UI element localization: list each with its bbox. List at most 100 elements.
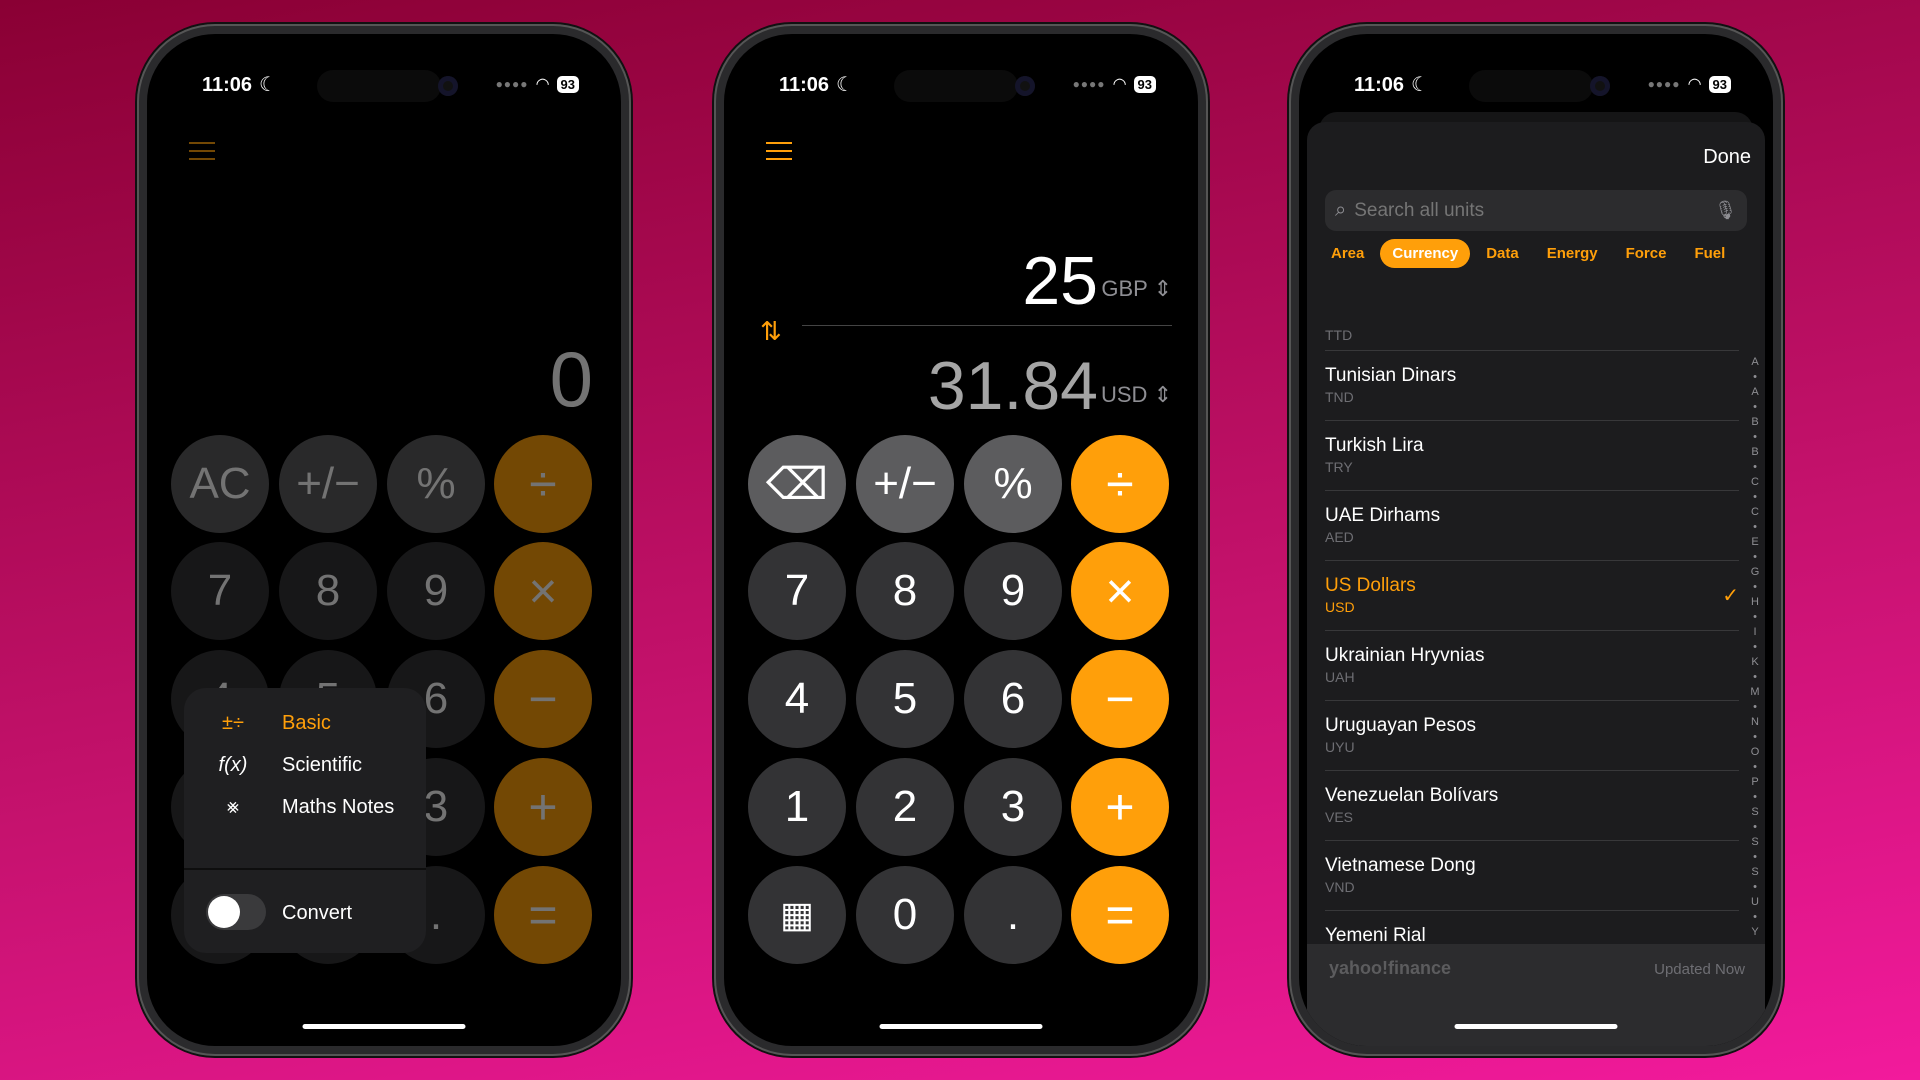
camera [1590,76,1610,96]
key-button[interactable]: 4 [748,650,846,748]
index-letter[interactable]: Y [1751,925,1758,940]
convert-toggle[interactable] [206,894,266,930]
index-letter[interactable]: S [1751,805,1758,820]
key-label: = [1105,887,1135,943]
key-button[interactable]: % [387,435,485,533]
key-button[interactable]: × [1071,542,1169,640]
index-dot: • [1753,731,1757,743]
currency-row[interactable]: Uruguayan Pesos UYU [1325,701,1739,771]
index-letter[interactable]: B [1751,445,1758,460]
index-letter[interactable]: C [1751,505,1759,520]
key-button[interactable]: AC [171,435,269,533]
key-button[interactable]: ⌫ [748,435,846,533]
key-button[interactable]: % [964,435,1062,533]
list-icon[interactable] [766,142,792,160]
currency-row[interactable]: Turkish Lira TRY [1325,421,1739,491]
key-button[interactable]: 9 [964,542,1062,640]
index-dot: • [1753,521,1757,533]
key-button[interactable]: 7 [748,542,846,640]
done-button[interactable]: Done [1703,146,1751,169]
currency-row[interactable]: Ukrainian Hryvnias UAH [1325,631,1739,701]
checkmark-icon: ✓ [1722,585,1739,607]
key-button[interactable]: + [494,758,592,856]
tab-data[interactable]: Data [1474,239,1531,268]
key-button[interactable]: = [1071,866,1169,964]
key-label: 4 [784,674,810,723]
currency-row[interactable]: Tunisian Dinars TND [1325,351,1739,421]
from-unit-selector[interactable]: GBP ⇕ [1101,276,1172,302]
function-icon: f(x) [218,753,248,776]
key-button[interactable]: . [964,866,1062,964]
index-letter[interactable]: H [1751,595,1759,610]
home-indicator[interactable] [1454,1024,1618,1029]
moon-icon: ☾ [836,74,854,96]
currency-row[interactable]: Venezuelan Bolívars VES [1325,771,1739,841]
index-dot: • [1753,431,1757,443]
currency-name: UAE Dirhams [1325,505,1441,526]
key-button[interactable]: − [1071,650,1169,748]
currency-row[interactable]: Vietnamese Dong VND [1325,841,1739,911]
index-dot: • [1753,551,1757,563]
key-button[interactable]: 6 [964,650,1062,748]
index-letter[interactable]: S [1751,835,1758,850]
key-button[interactable]: 1 [748,758,846,856]
key-button[interactable]: 5 [856,650,954,748]
index-letter[interactable]: U [1751,895,1759,910]
index-letter[interactable]: N [1751,715,1759,730]
swap-icon[interactable]: ⇅ [760,316,782,347]
key-button[interactable]: +/− [279,435,377,533]
to-unit-selector[interactable]: USD ⇕ [1101,382,1172,408]
key-button[interactable]: − [494,650,592,748]
wifi-icon: ◠ [1687,76,1702,93]
key-button[interactable]: +/− [856,435,954,533]
key-button[interactable]: 9 [387,542,485,640]
home-indicator[interactable] [302,1024,466,1029]
key-label: 6 [423,674,449,723]
index-letter[interactable]: A [1751,355,1758,370]
index-letter[interactable]: O [1751,745,1760,760]
currency-name: Turkish Lira [1325,435,1424,456]
tab-fuel[interactable]: Fuel [1682,239,1737,268]
key-button[interactable]: 3 [964,758,1062,856]
index-letter[interactable]: P [1751,775,1758,790]
key-button[interactable]: 2 [856,758,954,856]
key-button[interactable]: 8 [856,542,954,640]
key-button[interactable]: = [494,866,592,964]
index-letter[interactable]: I [1753,625,1756,640]
currency-row[interactable]: UAE Dirhams AED [1325,491,1739,561]
menu-item-maths-notes[interactable]: ⨳ Maths Notes [184,782,426,832]
key-button[interactable]: ÷ [1071,435,1169,533]
key-button[interactable]: ▦ [748,866,846,964]
search-field[interactable]: ⌕ 🎙 [1325,190,1747,231]
tab-energy[interactable]: Energy [1535,239,1610,268]
key-label: 1 [784,782,810,831]
index-letter[interactable]: G [1751,565,1760,580]
tab-area[interactable]: Area [1319,239,1376,268]
key-label: ÷ [529,456,557,512]
key-button[interactable]: + [1071,758,1169,856]
tab-force[interactable]: Force [1614,239,1679,268]
index-letter[interactable]: A [1751,385,1758,400]
key-button[interactable]: 0 [856,866,954,964]
index-letter[interactable]: B [1751,415,1758,430]
index-letter[interactable]: S [1751,865,1758,880]
currency-row[interactable]: US Dollars USD ✓ [1325,561,1739,631]
key-button[interactable]: ÷ [494,435,592,533]
list-icon[interactable] [189,142,215,160]
index-letter[interactable]: E [1751,535,1758,550]
divider [184,868,426,870]
index-letter[interactable]: M [1750,685,1759,700]
key-button[interactable]: 7 [171,542,269,640]
camera [438,76,458,96]
index-letter[interactable]: C [1751,475,1759,490]
tab-currency[interactable]: Currency [1380,239,1471,268]
index-letter[interactable]: K [1751,655,1758,670]
microphone-icon[interactable]: 🎙 [1714,200,1737,221]
signal-icon: ●●●● [1647,77,1681,91]
key-label: 3 [423,782,449,831]
search-input[interactable] [1354,199,1715,222]
key-button[interactable]: 8 [279,542,377,640]
home-indicator[interactable] [879,1024,1043,1029]
key-button[interactable]: × [494,542,592,640]
section-index[interactable]: A • A • B • B • C • C • E • G • H • I • K • M • N • O • P • S • S • S • U • Y [1749,355,1761,940]
